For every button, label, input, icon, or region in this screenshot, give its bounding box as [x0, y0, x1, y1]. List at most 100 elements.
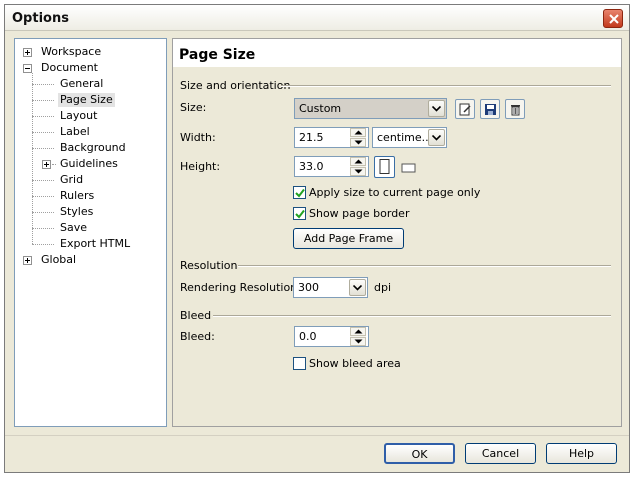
- resolution-heading: Resolution: [180, 259, 238, 272]
- dropdown-arrow-button[interactable]: [428, 129, 445, 146]
- tree-item-label: Styles: [60, 205, 94, 218]
- tree-item-save[interactable]: Save: [15, 221, 165, 235]
- edit-page-icon: [459, 103, 471, 116]
- page-title: Page Size: [179, 47, 256, 63]
- triangle-down-icon: [354, 169, 363, 174]
- edit-page-button[interactable]: [455, 99, 475, 119]
- tree-item-general[interactable]: General: [15, 77, 165, 91]
- tree-connector-line: [32, 132, 54, 133]
- divider: [281, 85, 611, 87]
- size-value: Custom: [299, 102, 342, 115]
- trash-icon: [511, 105, 520, 116]
- width-spinner[interactable]: [350, 128, 366, 147]
- tree-item-grid[interactable]: Grid: [15, 173, 165, 187]
- triangle-down-icon: [354, 339, 363, 344]
- spin-down-button[interactable]: [350, 138, 366, 147]
- tree-item-label: Background: [60, 141, 126, 154]
- unit-dropdown[interactable]: centime...: [372, 127, 447, 148]
- tree-connector-line: [32, 116, 54, 117]
- spin-down-button[interactable]: [350, 337, 366, 346]
- tree-item-rulers[interactable]: Rulers: [15, 189, 165, 203]
- tree-item-label[interactable]: Label: [15, 125, 165, 139]
- tree-item-export-html[interactable]: Export HTML: [15, 237, 165, 251]
- checkmark-icon: [295, 209, 305, 219]
- tree-connector-line: [32, 212, 54, 213]
- tree-connector-line: [52, 164, 56, 165]
- width-value: 21.5: [299, 131, 324, 144]
- options-tree: Workspace Document General Page Size Layout L…: [14, 38, 167, 427]
- delete-size-button[interactable]: [505, 99, 525, 119]
- show-bleed-area-label: Show bleed area: [309, 357, 401, 370]
- save-size-button[interactable]: [480, 99, 500, 119]
- unit-value: centime...: [377, 131, 433, 144]
- height-spinner[interactable]: [350, 157, 366, 176]
- window-title: Options: [12, 11, 69, 26]
- tree-item-label: Page Size: [58, 93, 115, 107]
- tree-item-label: Grid: [60, 173, 84, 186]
- triangle-up-icon: [354, 329, 363, 334]
- help-button[interactable]: Help: [546, 443, 617, 464]
- tree-item-background[interactable]: Background: [15, 141, 165, 155]
- add-page-frame-button[interactable]: Add Page Frame: [293, 228, 404, 249]
- apply-current-page-label: Apply size to current page only: [309, 186, 481, 199]
- show-bleed-area-checkbox[interactable]: [293, 357, 306, 370]
- bleed-label: Bleed:: [180, 330, 215, 343]
- tree-item-label: Label: [60, 125, 90, 138]
- rendering-resolution-dropdown[interactable]: 300: [293, 277, 368, 298]
- tree-item-workspace[interactable]: Workspace: [15, 45, 165, 59]
- apply-current-page-checkbox[interactable]: [293, 186, 306, 199]
- bleed-heading: Bleed: [180, 309, 212, 322]
- tree-item-label: Document: [41, 61, 98, 74]
- tree-item-label: Export HTML: [60, 237, 131, 250]
- ok-button[interactable]: OK: [384, 443, 455, 464]
- tree-item-document[interactable]: Document: [15, 61, 165, 75]
- show-page-border-checkbox[interactable]: [293, 207, 306, 220]
- triangle-up-icon: [354, 130, 363, 135]
- rendering-resolution-value: 300: [298, 281, 319, 294]
- portrait-orientation-icon: [379, 159, 390, 174]
- bleed-spinner[interactable]: [350, 327, 366, 346]
- tree-item-label: Global: [41, 253, 77, 266]
- spin-down-button[interactable]: [350, 167, 366, 176]
- panel-header: Page Size: [173, 39, 621, 67]
- close-icon: [609, 14, 619, 24]
- tree-item-layout[interactable]: Layout: [15, 109, 165, 123]
- dpi-unit-label: dpi: [374, 281, 392, 294]
- tree-connector-line: [32, 244, 54, 245]
- width-label: Width:: [180, 131, 216, 144]
- tree-item-global[interactable]: Global: [15, 253, 165, 267]
- dropdown-arrow-button[interactable]: [428, 100, 445, 117]
- portrait-button[interactable]: [374, 156, 395, 178]
- tree-connector-line: [32, 148, 54, 149]
- spin-up-button[interactable]: [350, 128, 366, 137]
- rendering-resolution-label: Rendering Resolution:: [180, 281, 301, 294]
- close-button[interactable]: [603, 9, 623, 28]
- cancel-button[interactable]: Cancel: [465, 443, 536, 464]
- spin-up-button[interactable]: [350, 157, 366, 166]
- tree-item-label: General: [60, 77, 104, 90]
- tree-item-label: Guidelines: [60, 157, 118, 170]
- save-disk-icon: [485, 104, 496, 115]
- tree-connector-line: [32, 196, 54, 197]
- show-page-border-label: Show page border: [309, 207, 410, 220]
- tree-connector-line: [32, 228, 54, 229]
- bleed-value: 0.0: [299, 330, 317, 343]
- dropdown-arrow-button[interactable]: [349, 279, 366, 296]
- expand-plus-icon[interactable]: [23, 256, 32, 265]
- landscape-orientation-icon: [401, 163, 416, 173]
- tree-item-label: Save: [60, 221, 88, 234]
- title-bar: Options: [5, 5, 629, 31]
- expand-plus-icon[interactable]: [23, 48, 32, 57]
- tree-item-guidelines[interactable]: Guidelines: [15, 157, 165, 171]
- collapse-minus-icon[interactable]: [23, 64, 32, 73]
- triangle-up-icon: [354, 159, 363, 164]
- size-dropdown[interactable]: Custom: [294, 98, 447, 119]
- tree-item-page-size[interactable]: Page Size: [15, 93, 165, 107]
- dialog-footer: OK Cancel Help: [5, 435, 629, 472]
- landscape-button[interactable]: [401, 162, 417, 174]
- spin-up-button[interactable]: [350, 327, 366, 336]
- settings-panel: Page Size Size and orientation Size: Cus…: [172, 38, 622, 427]
- chevron-down-icon: [432, 135, 441, 141]
- tree-item-styles[interactable]: Styles: [15, 205, 165, 219]
- expand-plus-icon[interactable]: [42, 160, 51, 169]
